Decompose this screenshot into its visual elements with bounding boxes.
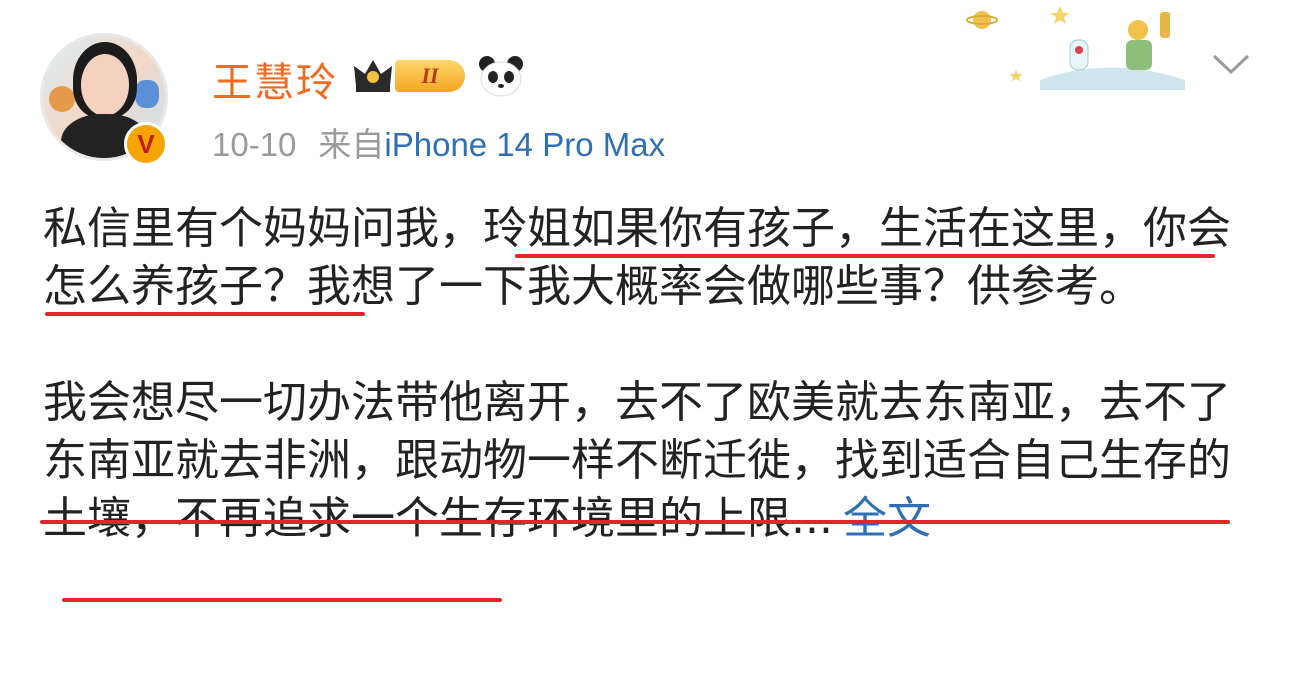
panda-icon[interactable] [478, 55, 524, 97]
highlight-underline [515, 254, 1215, 258]
chevron-down-icon[interactable] [1210, 50, 1252, 78]
level-badge[interactable]: II [395, 60, 465, 92]
avatar-decoration [49, 86, 75, 112]
source-prefix: 来自 [318, 126, 385, 163]
post-content: 私信里有个妈妈问我，玲姐如果你有孩子，生活在这里，你会怎么养孩子？我想了一下我大… [43, 200, 1243, 548]
avatar-face [81, 54, 129, 116]
verified-badge: V [124, 122, 168, 166]
post-paragraph: 私信里有个妈妈问我，玲姐如果你有孩子，生活在这里，你会怎么养孩子？我想了一下我大… [43, 200, 1243, 316]
author-name[interactable]: 王慧玲 [212, 50, 338, 108]
crown-icon [354, 60, 392, 92]
little-prince-decoration [966, 6, 1185, 90]
text-segment: ？我想了一下我大概率会做哪些事？供参考。 [263, 261, 1143, 312]
avatar-decoration [135, 80, 159, 108]
highlight-underline [40, 520, 1230, 524]
source-device[interactable]: iPhone 14 Pro Max [384, 126, 665, 163]
highlight-underline [62, 598, 502, 602]
post-meta: 10-10 来自iPhone 14 Pro Max [212, 118, 665, 166]
highlight-underline [45, 312, 365, 316]
text-segment: 私信里有个妈妈问我， [43, 203, 483, 254]
read-more-link[interactable]: 全文 [843, 493, 931, 544]
post-date: 10-10 [212, 126, 297, 163]
text-segment: 玲姐如果你有孩子，生活在这里， [483, 203, 1143, 254]
